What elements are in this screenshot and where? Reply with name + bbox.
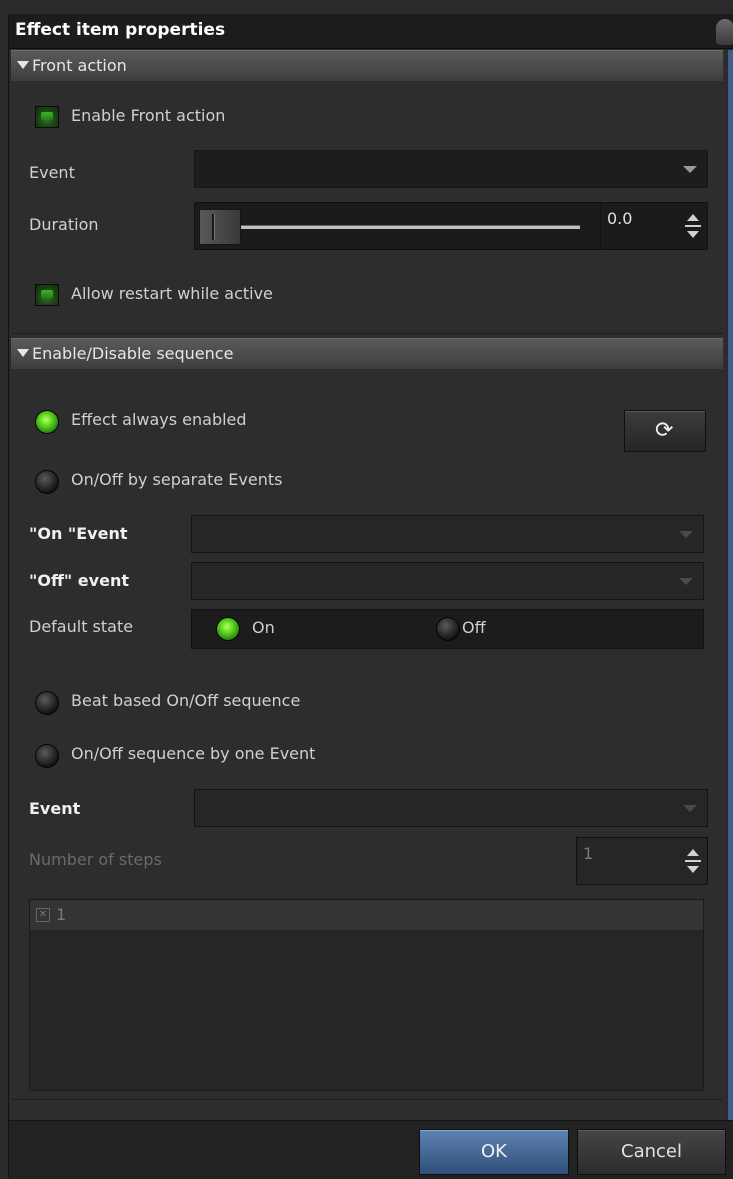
beat-based-label: Beat based On/Off sequence (71, 691, 301, 710)
list-item[interactable]: ✕ 1 (30, 900, 703, 930)
chevron-down-icon (679, 578, 693, 585)
one-event-label: On/Off sequence by one Event (71, 744, 316, 763)
ok-button[interactable]: OK (419, 1129, 569, 1175)
on-event-combo[interactable] (191, 515, 704, 553)
checkbox-x-icon[interactable]: ✕ (36, 908, 50, 922)
refresh-icon: ⟳ (655, 418, 674, 443)
title-bar: Effect item properties (9, 14, 733, 49)
front-action-header[interactable]: Front action (11, 50, 723, 82)
default-on-radio[interactable] (216, 617, 240, 641)
enable-front-action-checkbox[interactable] (35, 106, 59, 128)
allow-restart-label: Allow restart while active (71, 284, 273, 303)
dialog-footer: OK Cancel (9, 1120, 733, 1179)
effect-always-enabled-label: Effect always enabled (71, 410, 247, 429)
step-label: 1 (56, 905, 67, 924)
front-event-combo[interactable] (194, 150, 708, 188)
spin-up-icon[interactable] (687, 849, 699, 856)
sequence-header[interactable]: Enable/Disable sequence (11, 338, 723, 370)
effect-item-properties-window: Effect item properties Front action Enab… (8, 14, 733, 1179)
effect-always-enabled-radio[interactable] (35, 410, 59, 434)
chevron-down-icon (683, 166, 697, 173)
beat-based-radio[interactable] (35, 691, 59, 715)
sequence-header-label: Enable/Disable sequence (32, 344, 234, 363)
slider-track (205, 225, 580, 229)
default-off-radio[interactable] (436, 617, 460, 641)
sequence-body: Effect always enabled ⟳ On/Off by separa… (11, 369, 723, 1100)
duration-spinbox[interactable]: 0.0 (600, 202, 708, 250)
off-event-label: "Off" event (29, 571, 129, 590)
triangle-down-icon (17, 61, 29, 69)
steps-list: ✕ 1 (29, 899, 704, 1091)
enable-front-action-label: Enable Front action (71, 106, 226, 125)
spin-up-icon[interactable] (687, 214, 699, 221)
front-event-label: Event (29, 163, 75, 182)
chevron-down-icon (679, 531, 693, 538)
spin-down-icon[interactable] (687, 866, 699, 873)
window-title: Effect item properties (15, 20, 226, 40)
duration-value: 0.0 (607, 209, 633, 228)
refresh-button[interactable]: ⟳ (624, 410, 706, 452)
default-off-label: Off (462, 618, 486, 637)
scroll-knob-icon[interactable] (716, 19, 733, 45)
sequence-event-label: Event (29, 799, 81, 818)
vertical-scrollbar[interactable] (728, 50, 733, 1120)
allow-restart-checkbox[interactable] (35, 284, 59, 306)
spin-divider (685, 860, 701, 862)
properties-content: Front action Enable Front action Event D… (11, 50, 725, 1120)
one-event-radio[interactable] (35, 744, 59, 768)
front-action-body: Enable Front action Event Duration 0.0 A… (11, 81, 723, 334)
duration-slider[interactable] (194, 202, 601, 250)
spin-down-icon[interactable] (687, 231, 699, 238)
duration-label: Duration (29, 215, 99, 234)
default-state-label: Default state (29, 617, 134, 636)
number-of-steps-value: 1 (583, 844, 594, 863)
spin-divider (685, 225, 701, 227)
default-on-label: On (252, 618, 275, 637)
cancel-button[interactable]: Cancel (577, 1129, 726, 1175)
off-event-combo[interactable] (191, 562, 704, 600)
sequence-event-combo[interactable] (194, 789, 708, 827)
chevron-down-icon (683, 805, 697, 812)
separate-events-label: On/Off by separate Events (71, 470, 283, 489)
triangle-down-icon (17, 349, 29, 357)
slider-handle[interactable] (199, 209, 241, 245)
front-action-header-label: Front action (32, 56, 127, 75)
number-of-steps-label: Number of steps (29, 850, 162, 869)
default-state-group: On Off (191, 609, 704, 649)
on-event-label: "On "Event (29, 524, 128, 543)
separate-events-radio[interactable] (35, 470, 59, 494)
number-of-steps-spinbox[interactable]: 1 (576, 837, 708, 885)
